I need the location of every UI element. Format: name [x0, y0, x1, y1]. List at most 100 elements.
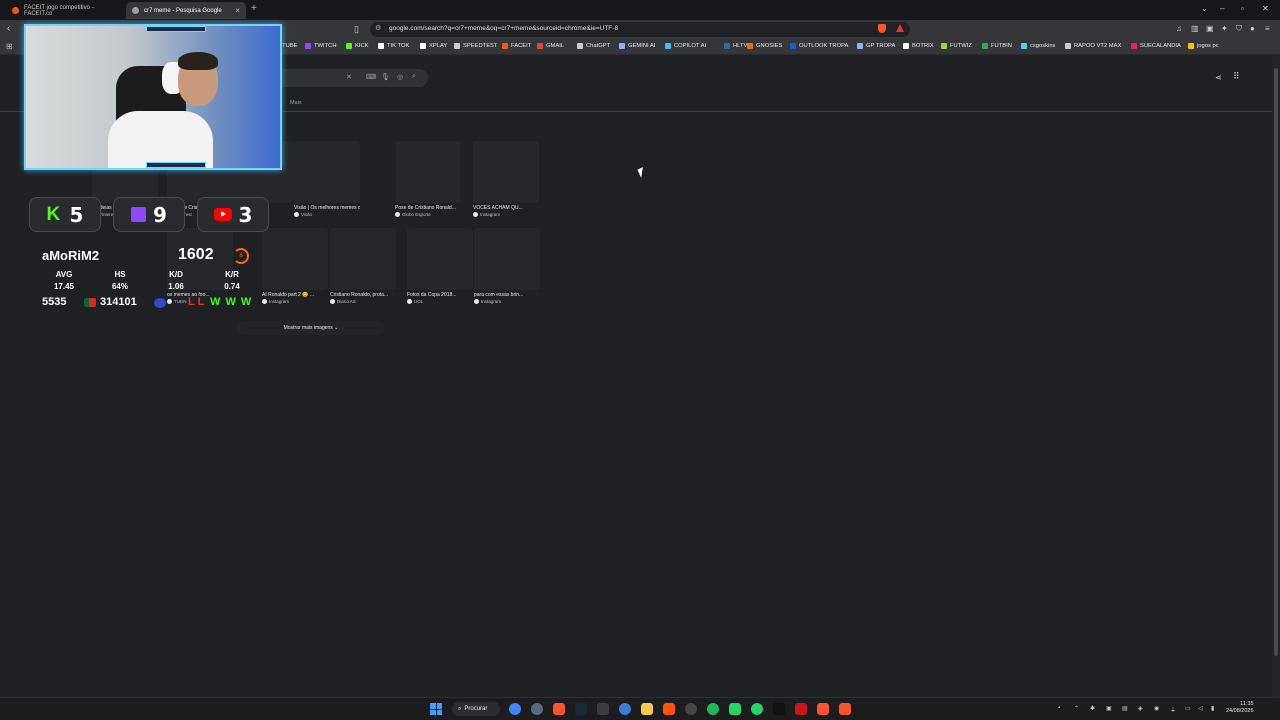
image-thumbnail[interactable]	[473, 141, 539, 203]
image-result[interactable]: Cristiano Ronaldo, prota... Diario AS	[330, 228, 396, 304]
image-caption[interactable]: para com essas brin...	[474, 292, 540, 298]
tab-faceit[interactable]: FACEIT jogo competitivo - FACEIT.co	[6, 2, 124, 19]
chrome-icon[interactable]	[509, 703, 521, 715]
bookmark-gp-tropa[interactable]: GP TROPA	[857, 43, 895, 49]
media-icon[interactable]: ♫	[1176, 24, 1182, 33]
bookmark-speedtest[interactable]: SPEEDTEST	[454, 43, 497, 49]
file-explorer-icon[interactable]	[641, 703, 653, 715]
minimize-icon[interactable]: –	[1220, 4, 1224, 13]
bookmark-futbin[interactable]: FUTBIN	[982, 43, 1012, 49]
image-result[interactable]: para com essas brin... Instagram	[474, 228, 540, 304]
taskbar-search[interactable]: ⌕ Procurar	[452, 702, 500, 716]
wallet-icon[interactable]: ▣	[1206, 24, 1214, 33]
bookmark-csgoskins[interactable]: csgoskins	[1021, 43, 1055, 49]
battery-icon[interactable]: ▮	[1211, 705, 1214, 712]
image-caption[interactable]: AI Ronaldo part 2 😊 ...	[262, 292, 328, 298]
brave-beta-icon[interactable]	[839, 703, 851, 715]
task-view-icon[interactable]	[597, 703, 609, 715]
microphone-icon[interactable]: ⏚	[1170, 705, 1176, 714]
image-caption[interactable]: VOCÊS ACHAM QU...	[473, 205, 539, 211]
image-caption[interactable]: Pose de Cristiano Ronald...	[395, 205, 461, 211]
bookmark-faceit[interactable]: FACEIT	[502, 43, 531, 49]
tray-chevron-icon[interactable]: ⌃	[1074, 705, 1079, 712]
bookmark-hltv[interactable]: HLTV	[724, 43, 747, 49]
share-icon[interactable]: ⋖	[1215, 73, 1222, 82]
profile-icon[interactable]: ●	[1250, 24, 1255, 33]
bookmark-suecalandia[interactable]: SUECALANDIA	[1131, 43, 1181, 49]
image-thumbnail[interactable]	[294, 141, 360, 203]
steam-icon[interactable]	[575, 703, 587, 715]
image-caption[interactable]: Visão | Os melhores memes de C...	[294, 205, 360, 211]
app-blue-icon[interactable]	[619, 703, 631, 715]
keyboard-icon[interactable]: ⌨	[366, 73, 376, 81]
brave-icon[interactable]	[553, 703, 565, 715]
bookmark-outlook-tropa[interactable]: OUTLOOK TROPA	[790, 43, 848, 49]
bookmark-copilot-ai[interactable]: COPILOT AI	[665, 43, 706, 49]
image-result[interactable]: VOCÊS ACHAM QU... Instagram	[473, 141, 539, 217]
image-caption[interactable]: Cristiano Ronaldo, prota...	[330, 292, 396, 298]
tray-shield-icon[interactable]: ◈	[1138, 705, 1143, 712]
tray-nvidia-icon[interactable]: ▪	[1058, 705, 1060, 711]
tab-google-search[interactable]: cr7 meme - Pesquisa Google ×	[126, 2, 246, 19]
back-arrow-icon[interactable]: ‹	[7, 23, 10, 34]
image-result[interactable]: Fotos da Copa 2018... UOL	[407, 228, 473, 304]
image-thumbnail[interactable]	[395, 141, 461, 203]
whatsapp-icon[interactable]	[751, 703, 763, 715]
address-bar[interactable]: ⚙ google.com/search?q=cr7+meme&oq=cr7+me…	[370, 22, 910, 37]
image-result[interactable]: AI Ronaldo part 2 😊 ... Instagram	[262, 228, 328, 304]
red-app-icon[interactable]	[795, 703, 807, 715]
bookmark-kick[interactable]: KICK	[346, 43, 369, 49]
faceit-app-icon[interactable]	[663, 703, 675, 715]
search-box[interactable]: ✕ ⌨ 🎙 ◎ ⌕	[280, 69, 428, 87]
tab-search-chevron-icon[interactable]: ⌄	[1201, 4, 1208, 13]
bookmark-gmail[interactable]: GMAIL	[537, 43, 564, 49]
tray-app2-icon[interactable]: ▤	[1122, 705, 1128, 712]
site-info-icon[interactable]: ⚙	[375, 24, 381, 32]
tray-steam-icon[interactable]: ◉	[1154, 705, 1159, 712]
system-clock[interactable]: 11:35 24/08/2026	[1226, 701, 1254, 715]
bookmark-xplay[interactable]: XPLAY	[420, 43, 447, 49]
sidebar-icon[interactable]: ▥	[1191, 24, 1199, 33]
bookmark-rapoo-vt2-max[interactable]: RAPOO VT2 MAX	[1065, 43, 1121, 49]
settings-icon[interactable]	[531, 703, 543, 715]
menu-icon[interactable]: ≡	[1265, 24, 1270, 33]
image-result[interactable]: Visão | Os melhores memes de C...Visão	[294, 141, 360, 217]
windows-start-icon[interactable]	[430, 703, 442, 715]
vpn-icon[interactable]: ⛉	[1236, 24, 1242, 34]
bookmark-twitch[interactable]: TWITCH	[305, 43, 337, 49]
apps-grid-icon[interactable]: ⊞	[6, 42, 13, 51]
image-thumbnail[interactable]	[474, 228, 540, 290]
close-window-icon[interactable]: ✕	[1262, 4, 1269, 13]
bookmark-gnosies[interactable]: GNOSIES	[747, 43, 782, 49]
spotify-icon[interactable]	[707, 703, 719, 715]
voice-search-icon[interactable]: 🎙	[381, 73, 390, 81]
new-tab-icon[interactable]: +	[251, 3, 257, 14]
brave-nightly-icon[interactable]	[817, 703, 829, 715]
bookmark-futwiz[interactable]: FUTWIZ	[941, 43, 972, 49]
bookmark-icon[interactable]: ▯	[354, 24, 359, 35]
tiktok-icon[interactable]	[773, 703, 785, 715]
scrollbar-thumb[interactable]	[1274, 68, 1278, 656]
lens-icon[interactable]: ◎	[397, 73, 403, 81]
maximize-icon[interactable]: ▫	[1241, 4, 1244, 13]
show-more-images-button[interactable]: Mostrar mais imagens ⌄	[237, 321, 385, 335]
bookmark-botrix[interactable]: BOTRIX	[903, 43, 934, 49]
leo-ai-icon[interactable]: ✦	[1221, 24, 1228, 33]
bookmark-tik-tok[interactable]: TIK TOK	[378, 43, 409, 49]
image-result[interactable]: Pose de Cristiano Ronald... Globo Esporte	[395, 141, 461, 217]
bookmark-jogos-pc[interactable]: jogos pc	[1188, 43, 1219, 49]
image-thumbnail[interactable]	[262, 228, 328, 290]
clear-search-icon[interactable]: ✕	[346, 73, 352, 81]
xbox-icon[interactable]	[729, 703, 741, 715]
bookmark-gemini-ai[interactable]: GEMINI AI	[619, 43, 655, 49]
brave-rewards-icon[interactable]	[896, 24, 904, 32]
search-icon[interactable]: ⌕	[412, 73, 416, 81]
bookmark-chatgpt[interactable]: ChatGPT	[577, 43, 610, 49]
brave-shields-icon[interactable]	[878, 24, 886, 33]
volume-icon[interactable]: ◁	[1198, 705, 1203, 712]
tray-app-icon[interactable]: ▣	[1106, 705, 1112, 712]
obs-icon[interactable]	[685, 703, 697, 715]
tray-bluetooth-icon[interactable]: ✱	[1090, 705, 1095, 712]
close-tab-icon[interactable]: ×	[235, 6, 240, 15]
network-icon[interactable]: ▭	[1185, 705, 1191, 712]
